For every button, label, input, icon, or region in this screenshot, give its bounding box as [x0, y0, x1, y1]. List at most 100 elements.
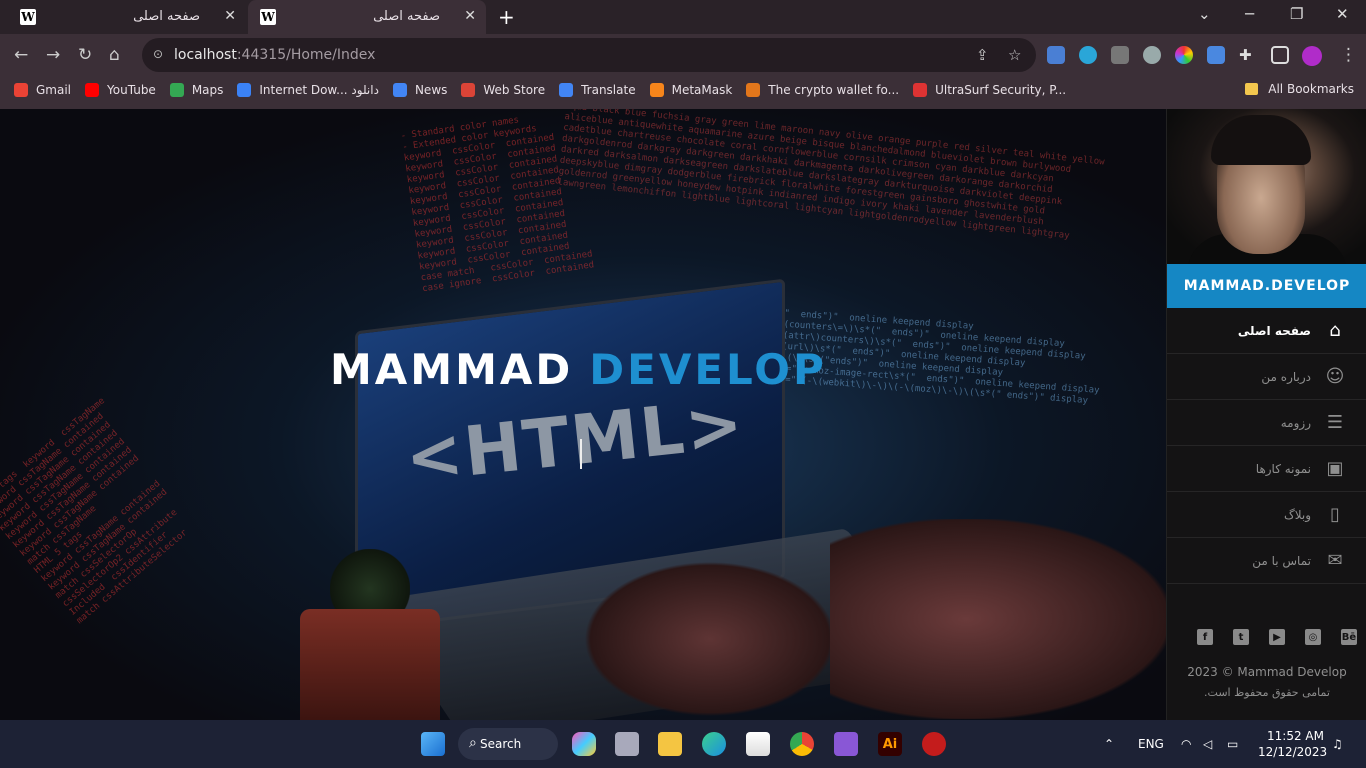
volume-icon[interactable]: ◁	[1203, 737, 1212, 751]
battery-icon[interactable]: ▭	[1227, 737, 1238, 751]
text-cursor	[580, 439, 584, 469]
url-path: :44315/Home/Index	[236, 47, 376, 63]
close-tab-icon[interactable]: ✕	[464, 8, 476, 24]
bookmark-item[interactable]: MetaMask	[649, 83, 732, 97]
bookmark-item[interactable]: Maps	[169, 83, 224, 97]
social-links: f t ▶ ◎ Bē	[1197, 629, 1357, 645]
bookmark-favicon-icon	[461, 83, 476, 97]
task-view-icon[interactable]	[615, 732, 639, 756]
clock[interactable]: 11:52 AM 12/12/2023	[1258, 728, 1328, 760]
app-icon[interactable]	[922, 732, 946, 756]
clock-time: 11:52 AM	[1267, 729, 1324, 743]
all-bookmarks-button[interactable]: All Bookmarks	[1245, 82, 1354, 96]
windows-taskbar: ⌕ Search Ai ⌃ ENG ◠ ◁ ▭ 11:52 AM 12/12/202…	[0, 720, 1366, 768]
facebook-icon[interactable]: f	[1197, 629, 1213, 645]
bookmark-item[interactable]: YouTube	[85, 83, 156, 97]
wifi-icon[interactable]: ◠	[1181, 737, 1191, 751]
home-icon[interactable]: ⌂	[109, 45, 120, 65]
taskbar-search[interactable]: ⌕ Search	[458, 728, 558, 760]
side-panel-icon[interactable]	[1271, 46, 1289, 64]
right-hand	[830, 519, 1166, 719]
site-info-icon[interactable]: ⊙	[153, 47, 163, 61]
tray-chevron-icon[interactable]: ⌃	[1104, 737, 1114, 751]
wix-favicon-icon: W	[20, 9, 36, 25]
translate-extension-icon[interactable]	[1047, 46, 1065, 64]
sidebar-menu-item[interactable]: وبلاگ ▯	[1167, 492, 1366, 538]
bookmark-favicon-icon	[559, 83, 574, 97]
shield-extension-icon[interactable]	[1143, 46, 1161, 64]
back-icon[interactable]: ←	[14, 45, 28, 65]
book-icon: ▯	[1330, 504, 1340, 525]
edge-icon[interactable]	[702, 732, 726, 756]
menu-label: وبلاگ	[1283, 507, 1311, 522]
profile-avatar[interactable]	[1302, 46, 1322, 66]
hero-title-word-1: MAMMAD	[330, 345, 574, 394]
sidebar-menu-item[interactable]: نمونه کارها ▣	[1167, 446, 1366, 492]
start-icon[interactable]	[421, 732, 445, 756]
reload-icon[interactable]: ↻	[78, 45, 92, 65]
tab-strip: W صفحه اصلی ✕ W صفحه اصلی ✕ + ⌄ ─ ❐ ✕	[0, 0, 1366, 34]
forward-icon[interactable]: →	[46, 45, 60, 65]
illustrator-icon[interactable]: Ai	[878, 732, 902, 756]
store-icon[interactable]	[746, 732, 770, 756]
menu-label: رزومه	[1280, 415, 1311, 430]
dribbble-icon[interactable]: ◎	[1305, 629, 1321, 645]
notification-bell-icon[interactable]: ♫	[1332, 737, 1343, 751]
tab-title: صفحه اصلی	[373, 9, 440, 24]
menu-dots-icon[interactable]: ⋮	[1340, 45, 1357, 65]
file-explorer-icon[interactable]	[658, 732, 682, 756]
camera-extension-icon[interactable]	[1111, 46, 1129, 64]
bookmark-favicon-icon	[169, 83, 184, 97]
edge-extension-icon[interactable]	[1079, 46, 1097, 64]
bookmark-item[interactable]: Gmail	[14, 83, 71, 97]
code-background-left: HTML tags keyword cssTagName keyword css…	[0, 396, 190, 627]
bookmark-star-icon[interactable]: ☆	[1008, 46, 1021, 64]
search-icon: ⌕	[469, 735, 477, 751]
bookmark-item[interactable]: Translate	[559, 83, 636, 97]
resume-icon: ☰	[1326, 412, 1344, 433]
hero-title: MAMMAD DEVELOP	[330, 345, 827, 394]
new-tab-button[interactable]: +	[498, 5, 515, 29]
brand-banner[interactable]: MAMMAD.DEVELOP	[1167, 264, 1366, 308]
chrome-icon[interactable]	[790, 732, 814, 756]
color-extension-icon[interactable]	[1175, 46, 1193, 64]
address-bar[interactable]: ⊙ localhost:44315/Home/Index ⇪ ☆	[142, 38, 1036, 72]
extensions-puzzle-icon[interactable]: ✚	[1239, 46, 1257, 64]
menu-label: نمونه کارها	[1255, 461, 1311, 476]
bookmark-item[interactable]: UltraSurf Security, P...	[913, 83, 1066, 97]
bookmark-label: Maps	[191, 83, 224, 97]
copilot-icon[interactable]	[572, 732, 596, 756]
visual-studio-icon[interactable]	[834, 732, 858, 756]
bookmark-favicon-icon	[913, 83, 928, 97]
hero-background: - Standard color names - Extended color …	[0, 109, 1166, 720]
clock-date: 12/12/2023	[1258, 745, 1328, 759]
tab-search-chevron-icon[interactable]: ⌄	[1198, 5, 1211, 23]
bookmark-item[interactable]: News	[392, 83, 448, 97]
tab[interactable]: W صفحه اصلی ✕	[8, 0, 246, 34]
sidebar-menu-item[interactable]: تماس با من ✉	[1167, 538, 1366, 584]
bookmark-item[interactable]: Web Store	[461, 83, 545, 97]
sidebar-menu-item[interactable]: درباره من ☺	[1167, 354, 1366, 400]
tab-active[interactable]: W صفحه اصلی ✕	[248, 0, 486, 34]
sidebar-menu-item[interactable]: صفحه اصلی ⌂	[1167, 308, 1366, 354]
copy-extension-icon[interactable]	[1207, 46, 1225, 64]
restore-icon[interactable]: ❐	[1290, 5, 1303, 23]
bookmark-item[interactable]: Internet Dow... دانلود	[237, 83, 379, 97]
close-tab-icon[interactable]: ✕	[224, 8, 236, 24]
home-icon: ⌂	[1329, 320, 1341, 341]
youtube-icon[interactable]: ▶	[1269, 629, 1285, 645]
bookmark-favicon-icon	[649, 83, 664, 97]
bookmark-favicon-icon	[14, 83, 28, 97]
bookmark-favicon-icon	[237, 83, 252, 97]
bookmark-item[interactable]: The crypto wallet fo...	[746, 83, 899, 97]
copyright-text: 2023 © Mammad Develop	[1187, 665, 1347, 679]
sidebar-menu-item[interactable]: رزومه ☰	[1167, 400, 1366, 446]
bookmark-label: News	[414, 83, 448, 97]
behance-icon[interactable]: Bē	[1341, 629, 1357, 645]
minimize-icon[interactable]: ─	[1245, 5, 1254, 23]
close-window-icon[interactable]: ✕	[1336, 5, 1349, 23]
share-icon[interactable]: ⇪	[976, 46, 989, 64]
photo-hair	[1211, 115, 1311, 165]
twitter-icon[interactable]: t	[1233, 629, 1249, 645]
language-indicator[interactable]: ENG	[1138, 737, 1164, 751]
